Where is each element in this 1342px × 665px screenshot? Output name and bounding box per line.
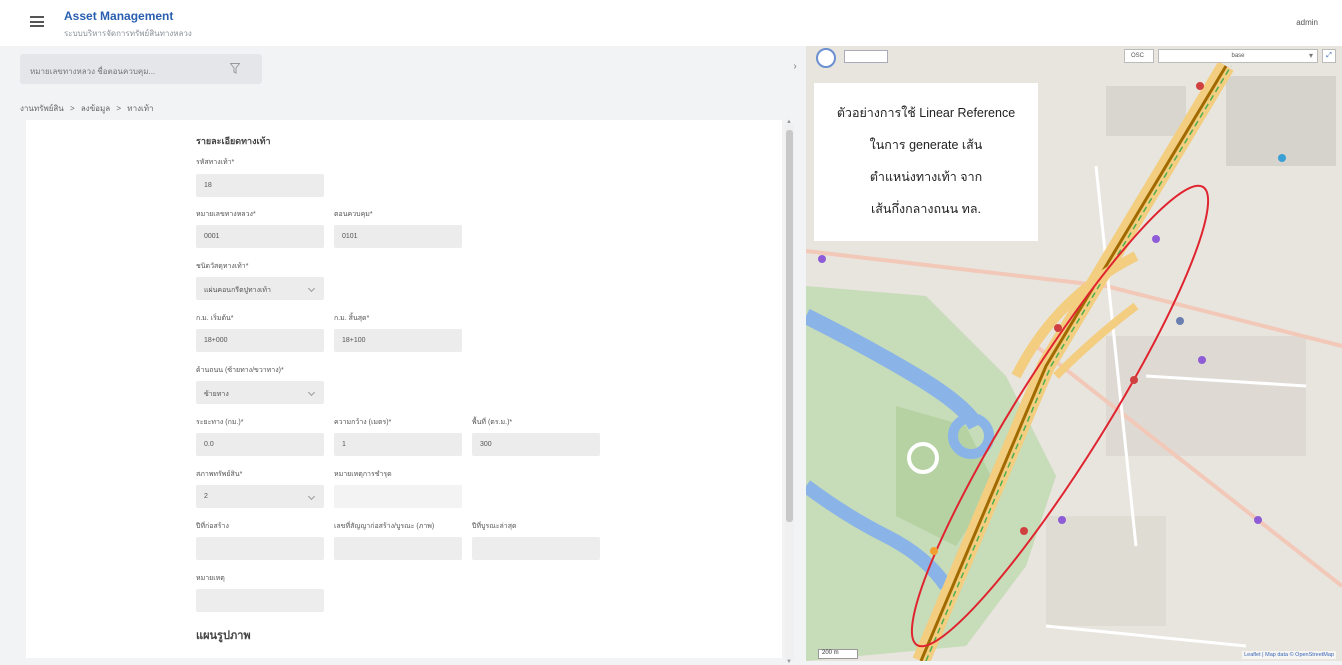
app-title: Asset Management	[64, 9, 174, 23]
map-annotation: ตัวอย่างการใช้ Linear Reference ในการ ge…	[814, 83, 1038, 241]
breadcrumb: งานทรัพย์สิน > ลงข้อมูล > ทางเท้า	[20, 102, 157, 115]
route-field[interactable]: 0001	[196, 225, 324, 248]
scroll-down-icon[interactable]: ▼	[786, 659, 792, 665]
field-label: ก.ม. เริ่มต้น*	[196, 315, 234, 322]
collapse-panel-icon[interactable]: ›	[788, 57, 802, 77]
route-filter[interactable]: หมายเลขทางหลวง ชื่อตอนควบคุม...	[20, 54, 262, 84]
area-field[interactable]: 300	[472, 433, 600, 456]
map-building	[1106, 86, 1186, 136]
year-built-field[interactable]	[196, 537, 324, 560]
field-label: สภาพทรัพย์สิน*	[196, 471, 243, 478]
field-label: หมายเหตุการชำรุด	[334, 471, 392, 478]
map-block	[1106, 336, 1306, 456]
field-label: หมายเลขทางหลวง*	[196, 211, 256, 218]
breadcrumb-separator: >	[69, 104, 75, 113]
annotation-line: เส้นกึ่งกลางถนน ทล.	[871, 202, 981, 216]
field-label: ตอนควบคุม*	[334, 211, 373, 218]
annotation-line: ตัวอย่างการใช้ Linear Reference	[836, 106, 1016, 120]
field-label: พื้นที่ (ตร.ม.)*	[472, 419, 513, 426]
map-pan-control[interactable]	[816, 48, 836, 68]
remark-field[interactable]	[196, 589, 324, 612]
width-field[interactable]: 1	[334, 433, 462, 456]
user-name[interactable]: admin	[1296, 18, 1318, 27]
map-view[interactable]: OSC base ⤢ ตัวอย่างการใช้ Linear Referen…	[806, 46, 1342, 661]
field-label: ปีที่ก่อสร้าง	[196, 523, 229, 530]
poi-marker	[1020, 527, 1028, 535]
section-title: รายละเอียดทางเท้า	[196, 136, 271, 146]
annotation-line: ในการ generate เส้น	[869, 138, 983, 152]
side-select[interactable]: ซ้ายทาง	[196, 381, 324, 404]
photo-section-title: แผนรูปภาพ	[196, 630, 251, 642]
id-field[interactable]: 18	[196, 174, 324, 197]
field-label: เลขที่สัญญาก่อสร้าง/บูรณะ (ภาพ)	[334, 523, 435, 530]
field-label: รหัสทางเท้า*	[196, 159, 235, 166]
map-layer-select[interactable]: base	[1158, 49, 1318, 63]
top-bar: Asset Management ระบบบริหารจัดการทรัพย์ส…	[0, 0, 1342, 46]
field-label: ระยะทาง (กม.)*	[196, 419, 244, 426]
menu-icon[interactable]	[30, 16, 44, 27]
left-pane: หมายเลขทางหลวง ชื่อตอนควบคุม... งานทรัพย…	[0, 46, 800, 665]
field-label: ความกว้าง (เมตร)*	[334, 419, 392, 426]
poi-marker	[1198, 356, 1206, 364]
condition-select[interactable]: 2	[196, 485, 324, 508]
map-attribution[interactable]: Leaflet | Map data © OpenStreetMap	[1242, 651, 1336, 659]
scroll-thumb[interactable]	[786, 130, 793, 522]
poi-marker	[1152, 235, 1160, 243]
field-label: ชนิดวัสดุทางเท้า*	[196, 263, 249, 270]
scroll-up-icon[interactable]: ▲	[786, 119, 792, 125]
poi-marker	[930, 547, 938, 555]
map-building	[1226, 76, 1336, 166]
damage-field[interactable]	[334, 485, 462, 508]
year-maint-field[interactable]	[472, 537, 600, 560]
field-label: ปีที่บูรณะล่าสุด	[472, 523, 517, 530]
poi-marker	[1196, 82, 1204, 90]
field-label: ด้านถนน (ซ้ายทาง/ขวาทาง)*	[196, 367, 284, 374]
map-block	[1046, 516, 1166, 626]
poi-marker	[1130, 376, 1138, 384]
map-source-select[interactable]: OSC	[1124, 49, 1154, 63]
km-end-field[interactable]: 18+100	[334, 329, 462, 352]
distance-field[interactable]: 0.0	[196, 433, 324, 456]
breadcrumb-item[interactable]: ลงข้อมูล	[81, 104, 110, 113]
form-card: รายละเอียดทางเท้า รหัสทางเท้า* 18 หมายเล…	[26, 120, 782, 658]
poi-marker	[1278, 154, 1286, 162]
contract-field[interactable]	[334, 537, 462, 560]
fullscreen-icon[interactable]: ⤢	[1322, 49, 1336, 63]
poi-marker	[818, 255, 826, 263]
map-scale: 200 m	[818, 649, 858, 659]
type-select[interactable]: แผ่นคอนกรีตปูทางเท้า	[196, 277, 324, 300]
poi-marker	[1254, 516, 1262, 524]
form-scrollbar[interactable]: ▲ ▼	[785, 119, 794, 665]
poi-marker	[1176, 317, 1184, 325]
filter-placeholder: หมายเลขทางหลวง ชื่อตอนควบคุม...	[30, 67, 156, 76]
app-subtitle: ระบบบริหารจัดการทรัพย์สินทางหลวง	[64, 29, 192, 38]
poi-marker	[1058, 516, 1066, 524]
section-field[interactable]: 0101	[334, 225, 462, 248]
filter-icon[interactable]	[230, 63, 240, 74]
field-label: ก.ม. สิ้นสุด*	[334, 315, 370, 322]
map-toolbar[interactable]	[844, 50, 888, 63]
breadcrumb-separator: >	[116, 104, 122, 113]
km-start-field[interactable]: 18+000	[196, 329, 324, 352]
annotation-line: ตำแหน่งทางเท้า จาก	[869, 170, 983, 184]
poi-marker	[1054, 324, 1062, 332]
field-label: หมายเหตุ	[196, 575, 225, 582]
breadcrumb-item[interactable]: งานทรัพย์สิน	[20, 104, 64, 113]
breadcrumb-item: ทางเท้า	[127, 104, 154, 113]
